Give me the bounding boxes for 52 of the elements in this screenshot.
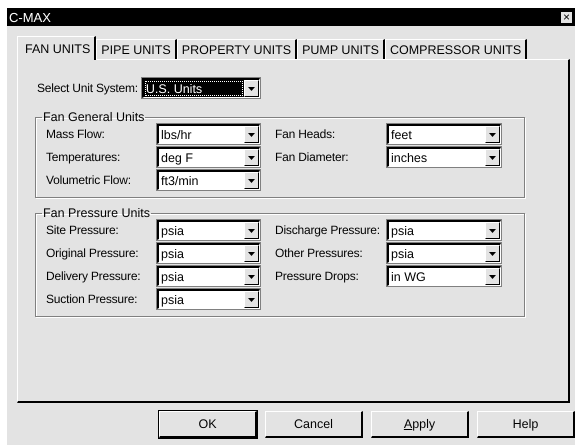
- field-label: Site Pressure:: [46, 223, 119, 237]
- dialog-button[interactable]: Help: [477, 411, 575, 438]
- dropdown-arrow-icon: [248, 178, 255, 182]
- tab[interactable]: FAN UNITS: [17, 36, 96, 60]
- dialog-button[interactable]: Cancel: [265, 411, 363, 438]
- dropdown-arrow-icon: [489, 228, 496, 232]
- field-label: Original Pressure:: [46, 246, 138, 260]
- field-label: Fan Heads:: [275, 127, 336, 141]
- dropdown-arrow-icon: [248, 228, 255, 232]
- field-label: Select Unit System:: [37, 81, 138, 95]
- field-label: Fan Diameter:: [275, 150, 348, 164]
- dialog-button[interactable]: Apply: [371, 411, 469, 438]
- dropdown[interactable]: ft3/min: [157, 170, 260, 190]
- dropdown[interactable]: U.S. Units: [142, 78, 260, 98]
- group-title: Fan General Units: [42, 110, 146, 124]
- field-label: Volumetric Flow:: [46, 173, 131, 187]
- tab[interactable]: PIPE UNITS: [96, 39, 177, 59]
- dropdown[interactable]: deg F: [157, 147, 260, 167]
- dropdown[interactable]: psia: [157, 220, 260, 240]
- dropdown-arrow-icon: [489, 132, 496, 136]
- field-label: Pressure Drops:: [275, 269, 359, 283]
- field-label: Other Pressures:: [275, 246, 362, 260]
- field-label: Suction Pressure:: [46, 292, 138, 306]
- dropdown-arrow-icon: [489, 156, 496, 160]
- dropdown[interactable]: psia: [157, 266, 260, 286]
- close-button[interactable]: ×: [560, 10, 573, 24]
- tab[interactable]: COMPRESSOR UNITS: [384, 39, 528, 59]
- field-label: Delivery Pressure:: [46, 269, 140, 283]
- dropdown-arrow-icon: [248, 156, 255, 160]
- dropdown[interactable]: psia: [387, 220, 501, 240]
- dropdown-arrow-icon: [248, 132, 255, 136]
- window-title: C-MAX: [9, 10, 51, 24]
- tab[interactable]: PROPERTY UNITS: [176, 39, 298, 59]
- dialog-button[interactable]: OK: [159, 411, 257, 438]
- dropdown-arrow-icon: [248, 298, 255, 302]
- group-title: Fan Pressure Units: [42, 206, 151, 220]
- field-label: Temperatures:: [46, 150, 120, 164]
- dropdown-arrow-icon: [489, 274, 496, 278]
- dropdown-arrow-icon: [489, 252, 496, 256]
- dropdown-arrow-icon: [248, 86, 255, 90]
- field-label: Mass Flow:: [46, 127, 105, 141]
- dropdown-arrow-icon: [248, 252, 255, 256]
- dropdown-arrow-icon: [248, 274, 255, 278]
- tab[interactable]: PUMP UNITS: [297, 39, 385, 59]
- field-label: Discharge Pressure:: [275, 223, 380, 237]
- dropdown[interactable]: psia: [157, 243, 260, 263]
- dropdown[interactable]: inches: [387, 147, 501, 167]
- dropdown[interactable]: lbs/hr: [157, 124, 260, 144]
- dropdown[interactable]: in WG: [387, 266, 501, 286]
- dropdown[interactable]: feet: [387, 124, 501, 144]
- dropdown[interactable]: psia: [387, 243, 501, 263]
- dropdown[interactable]: psia: [157, 289, 260, 309]
